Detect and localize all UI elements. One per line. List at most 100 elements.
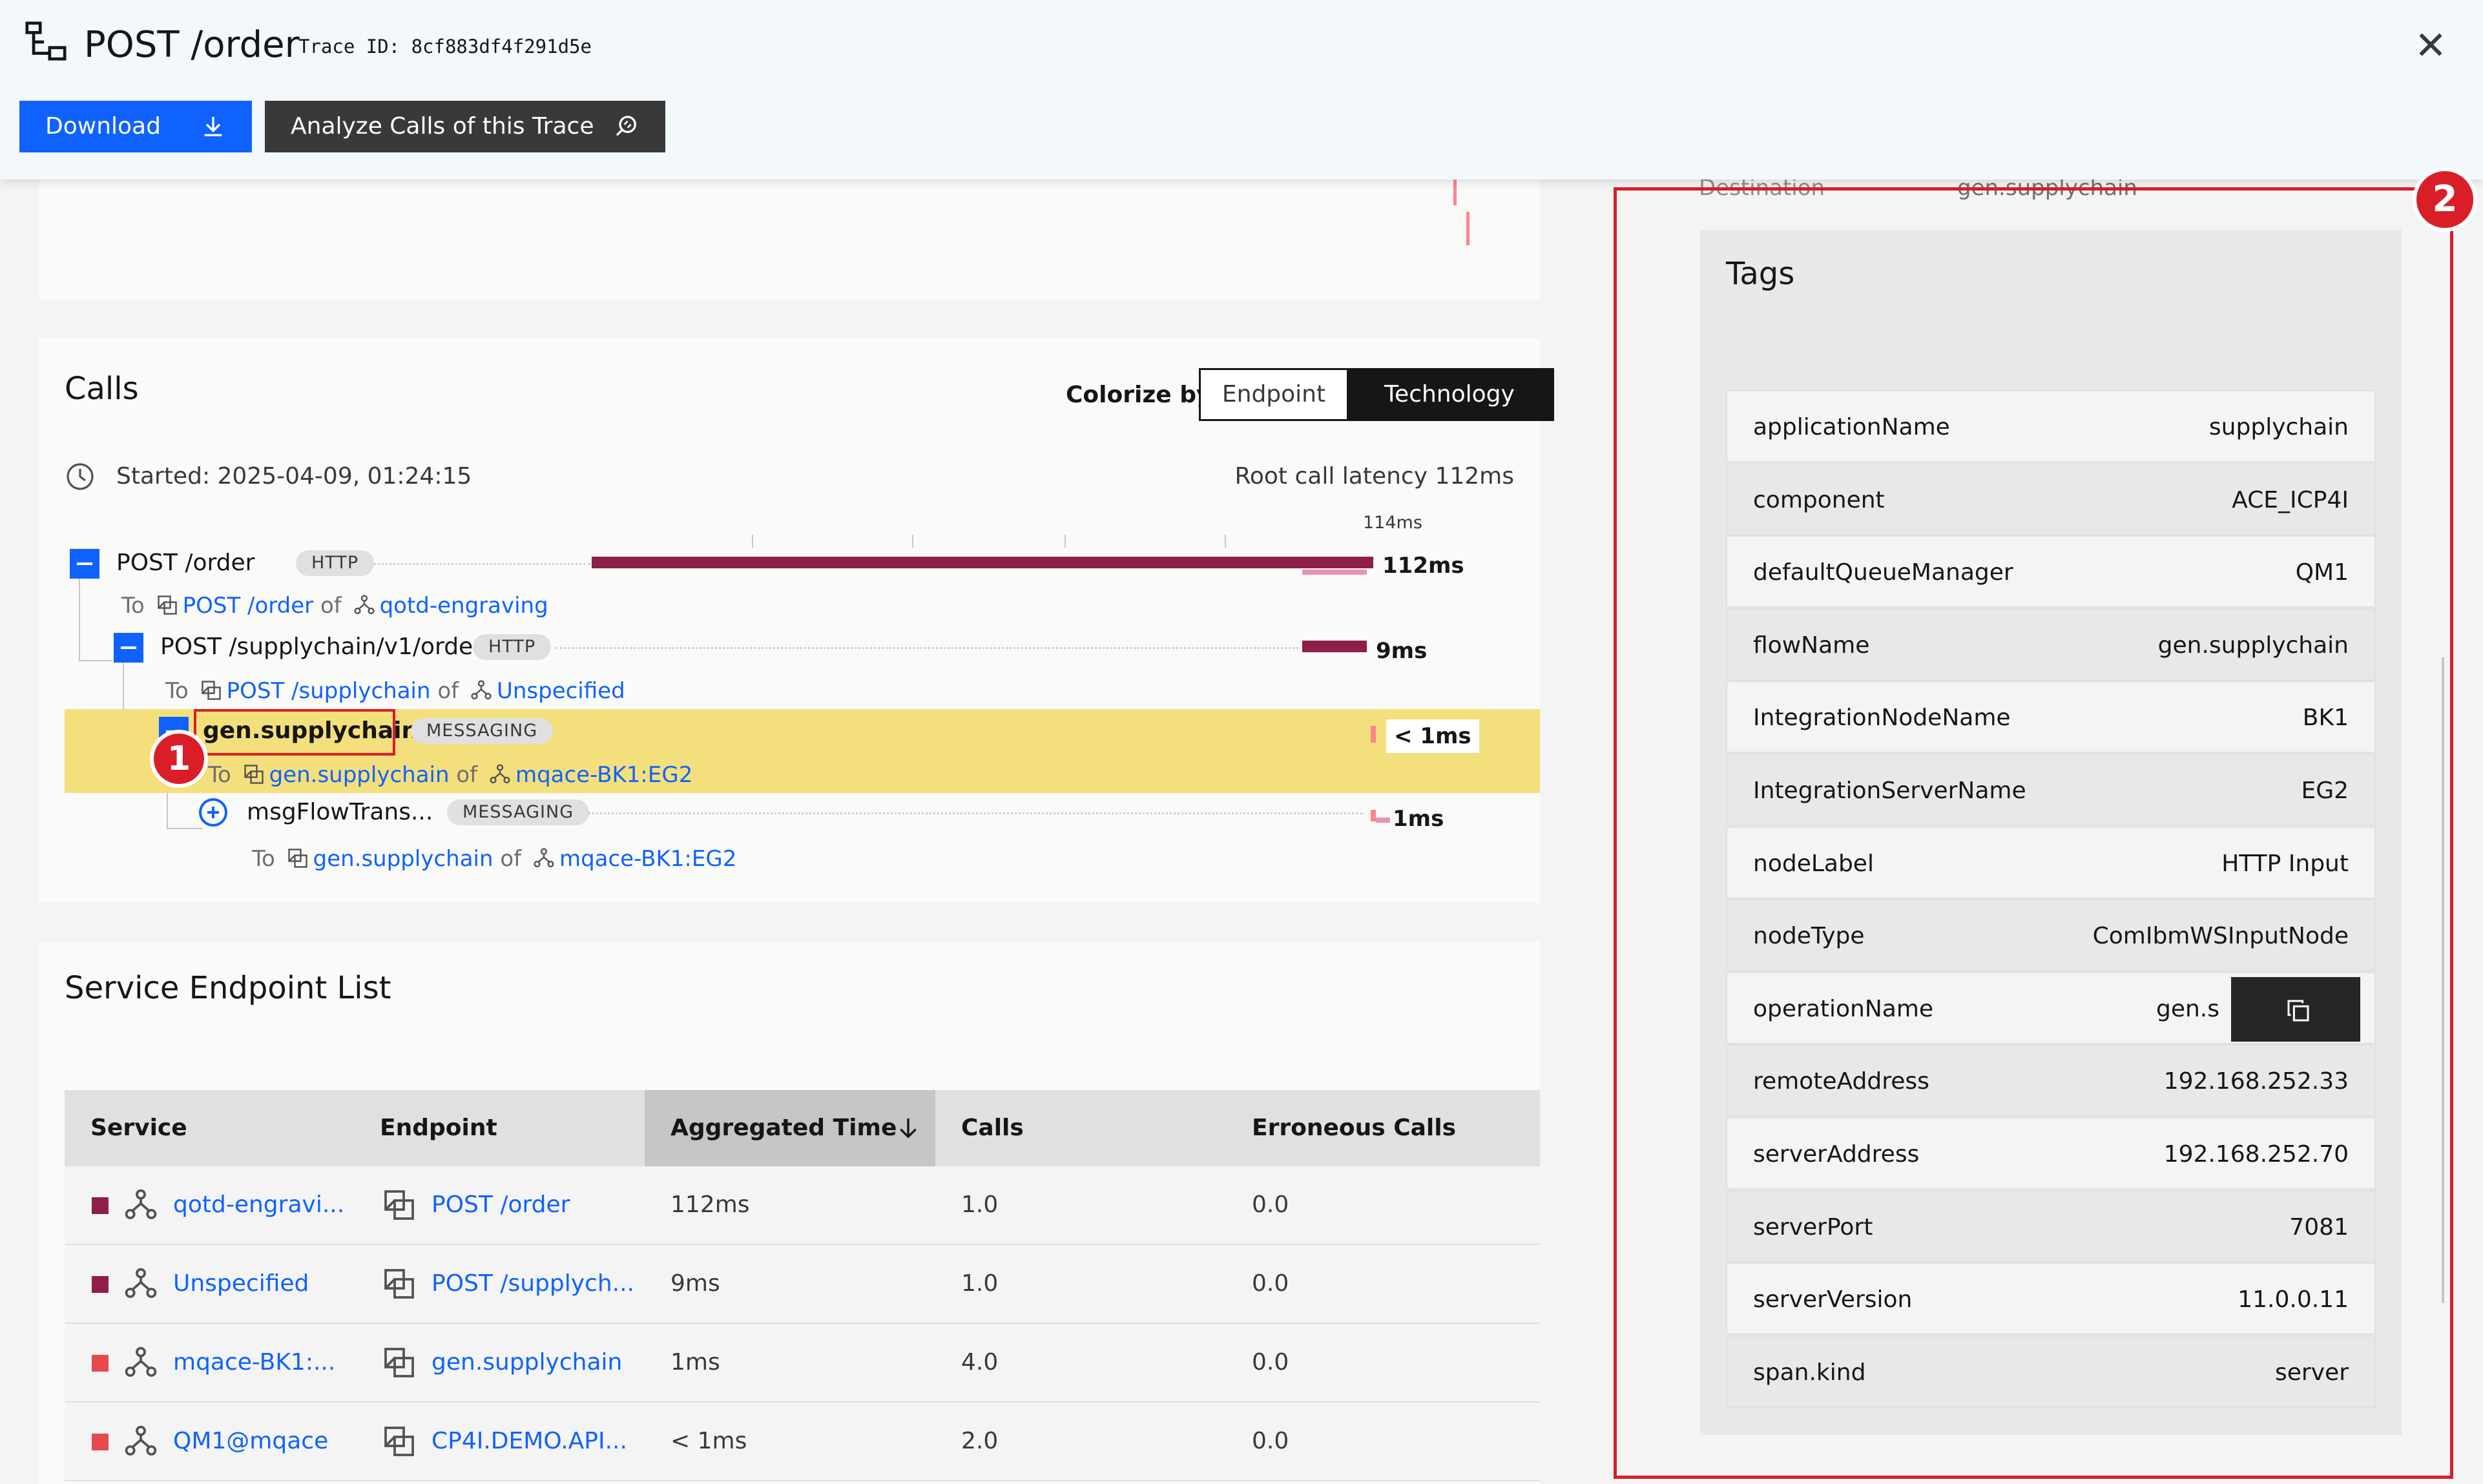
colorize-technology-option[interactable]: Technology	[1347, 370, 1552, 419]
endpoint-link[interactable]: gen.supplychain	[269, 762, 450, 788]
table-row[interactable]: mqace-BK1:... gen.supplychain 1ms 4.0 0.0	[65, 1324, 1540, 1403]
call-name[interactable]: POST /order	[116, 545, 255, 581]
call-destination: To POST /supplychain of Unspecified	[165, 674, 625, 708]
table-row[interactable]: QM1@mqace CP4I.DEMO.API... < 1ms 2.0 0.0	[65, 1403, 1540, 1481]
service-link[interactable]: mqace-BK1:EG2	[515, 762, 692, 788]
calls-cell: 1.0	[961, 1270, 999, 1297]
service-link[interactable]: Unspecified	[173, 1245, 309, 1323]
column-header-aggregated-time[interactable]: Aggregated Time	[645, 1090, 935, 1166]
service-icon	[123, 1187, 159, 1223]
service-icon	[532, 847, 556, 870]
colorize-label: Colorize by	[1066, 382, 1212, 408]
call-self-time-bar	[1302, 570, 1367, 575]
endpoint-icon	[381, 1423, 417, 1459]
aggregated-time-label: Aggregated Time	[670, 1115, 897, 1141]
service-endpoint-list-title: Service Endpoint List	[65, 970, 391, 1006]
call-duration: 1ms	[1393, 806, 1444, 832]
call-name[interactable]: POST /supplychain/v1/order	[160, 629, 483, 665]
analyze-search-icon	[616, 116, 636, 136]
endpoint-link[interactable]: gen.supplychain	[313, 846, 493, 872]
trace-icon	[25, 21, 67, 61]
calls-cell: 2.0	[961, 1428, 999, 1454]
endpoint-link[interactable]: POST /order	[183, 593, 314, 619]
tree-connector	[167, 828, 203, 829]
service-link[interactable]: mqace-BK1:EG2	[559, 846, 736, 872]
collapse-toggle-supplychain[interactable]	[114, 633, 143, 663]
clock-icon	[67, 463, 94, 490]
download-button[interactable]: Download	[19, 101, 252, 152]
endpoint-link[interactable]: CP4I.DEMO.API...	[431, 1403, 627, 1480]
column-header-service[interactable]: Service	[90, 1090, 187, 1166]
tag-row: applicationName supplychain	[1726, 390, 2376, 462]
row-guide	[588, 812, 1363, 814]
to-label: To	[208, 762, 231, 788]
column-header-erroneous-calls[interactable]: Erroneous Calls	[1252, 1090, 1456, 1166]
tag-value: 192.168.252.33	[2163, 1068, 2349, 1095]
timeline-mark	[1466, 212, 1470, 245]
tag-key: operationName	[1753, 995, 1934, 1022]
sort-descending-icon	[900, 1118, 917, 1139]
service-icon	[470, 679, 493, 702]
close-icon[interactable]: ✕	[2408, 23, 2453, 68]
tag-key: remoteAddress	[1753, 1068, 1929, 1095]
service-link[interactable]: qotd-engraving	[380, 593, 548, 619]
copy-button[interactable]	[2231, 976, 2360, 1042]
tag-row: serverVersion 11.0.0.11	[1726, 1262, 2376, 1335]
tag-row: serverAddress 192.168.252.70	[1726, 1117, 2376, 1190]
table-row[interactable]: qotd-engravi... POST /order 112ms 1.0 0.0	[65, 1166, 1540, 1245]
column-header-calls[interactable]: Calls	[961, 1090, 1024, 1166]
tag-row: nodeType ComIbmWSInputNode	[1726, 899, 2376, 972]
colorize-endpoint-option[interactable]: Endpoint	[1201, 370, 1347, 419]
service-link[interactable]: QM1@mqace	[173, 1403, 328, 1480]
service-color-swatch	[92, 1197, 109, 1214]
call-details-panel: Destination gen.supplychain 2 Tags appli…	[1605, 167, 2483, 1484]
tag-value: ComIbmWSInputNode	[2092, 923, 2349, 950]
endpoint-link[interactable]: POST /supplych...	[431, 1245, 634, 1323]
tag-key: span.kind	[1753, 1359, 1866, 1386]
expand-icon[interactable]	[199, 798, 227, 827]
service-color-swatch	[92, 1276, 109, 1293]
service-link[interactable]: qotd-engravi...	[173, 1166, 344, 1244]
tag-value: HTTP Input	[2221, 850, 2349, 877]
calls-cell: 1.0	[961, 1191, 999, 1218]
collapse-toggle-post-order[interactable]	[70, 549, 99, 579]
tags-card: Tags applicationName supplychain component…	[1700, 230, 2402, 1435]
tag-key: nodeLabel	[1753, 850, 1874, 877]
tag-row: IntegrationNodeName BK1	[1726, 681, 2376, 754]
aggregated-time-cell: 112ms	[670, 1191, 750, 1218]
call-duration-bar	[592, 557, 1373, 568]
table-row[interactable]: Unspecified POST /supplych... 9ms 1.0 0.0	[65, 1245, 1540, 1324]
call-duration: 9ms	[1376, 638, 1428, 664]
tag-row: IntegrationServerName EG2	[1726, 754, 2376, 826]
of-label: of	[500, 846, 522, 872]
call-duration: 112ms	[1382, 553, 1464, 579]
copy-icon	[2287, 1000, 2309, 1022]
service-icon	[123, 1345, 159, 1381]
calls-title: Calls	[65, 371, 139, 407]
service-link[interactable]: Unspecified	[497, 678, 625, 704]
tag-row: operationName gen.s	[1726, 971, 2376, 1044]
column-header-endpoint[interactable]: Endpoint	[380, 1090, 497, 1166]
endpoint-link[interactable]: POST /supplychain	[227, 678, 431, 704]
analyze-calls-button[interactable]: Analyze Calls of this Trace	[265, 101, 665, 152]
call-self-time-bar	[1376, 818, 1390, 823]
service-link[interactable]: mqace-BK1:...	[173, 1324, 335, 1401]
tag-value: 11.0.0.11	[2238, 1286, 2349, 1314]
of-label: of	[320, 593, 342, 619]
tag-row: defaultQueueManager QM1	[1726, 535, 2376, 608]
colorize-toggle[interactable]: Endpoint Technology	[1199, 368, 1554, 421]
tag-value: supplychain	[2208, 414, 2349, 440]
annotation-badge-2: 2	[2413, 167, 2477, 232]
started-timestamp: Started: 2025-04-09, 01:24:15	[116, 463, 472, 490]
endpoint-link[interactable]: gen.supplychain	[431, 1324, 622, 1401]
download-icon	[204, 117, 222, 136]
erroneous-calls-cell: 0.0	[1252, 1191, 1289, 1218]
tags-title: Tags	[1726, 256, 1795, 292]
tag-key: component	[1753, 486, 1885, 513]
endpoint-icon	[156, 593, 179, 617]
endpoint-link[interactable]: POST /order	[431, 1166, 570, 1244]
call-tag: HTTP	[473, 634, 552, 660]
tree-connector	[79, 577, 80, 661]
call-duration-bar	[1371, 810, 1376, 821]
call-name[interactable]: msgFlowTrans...	[247, 794, 433, 830]
